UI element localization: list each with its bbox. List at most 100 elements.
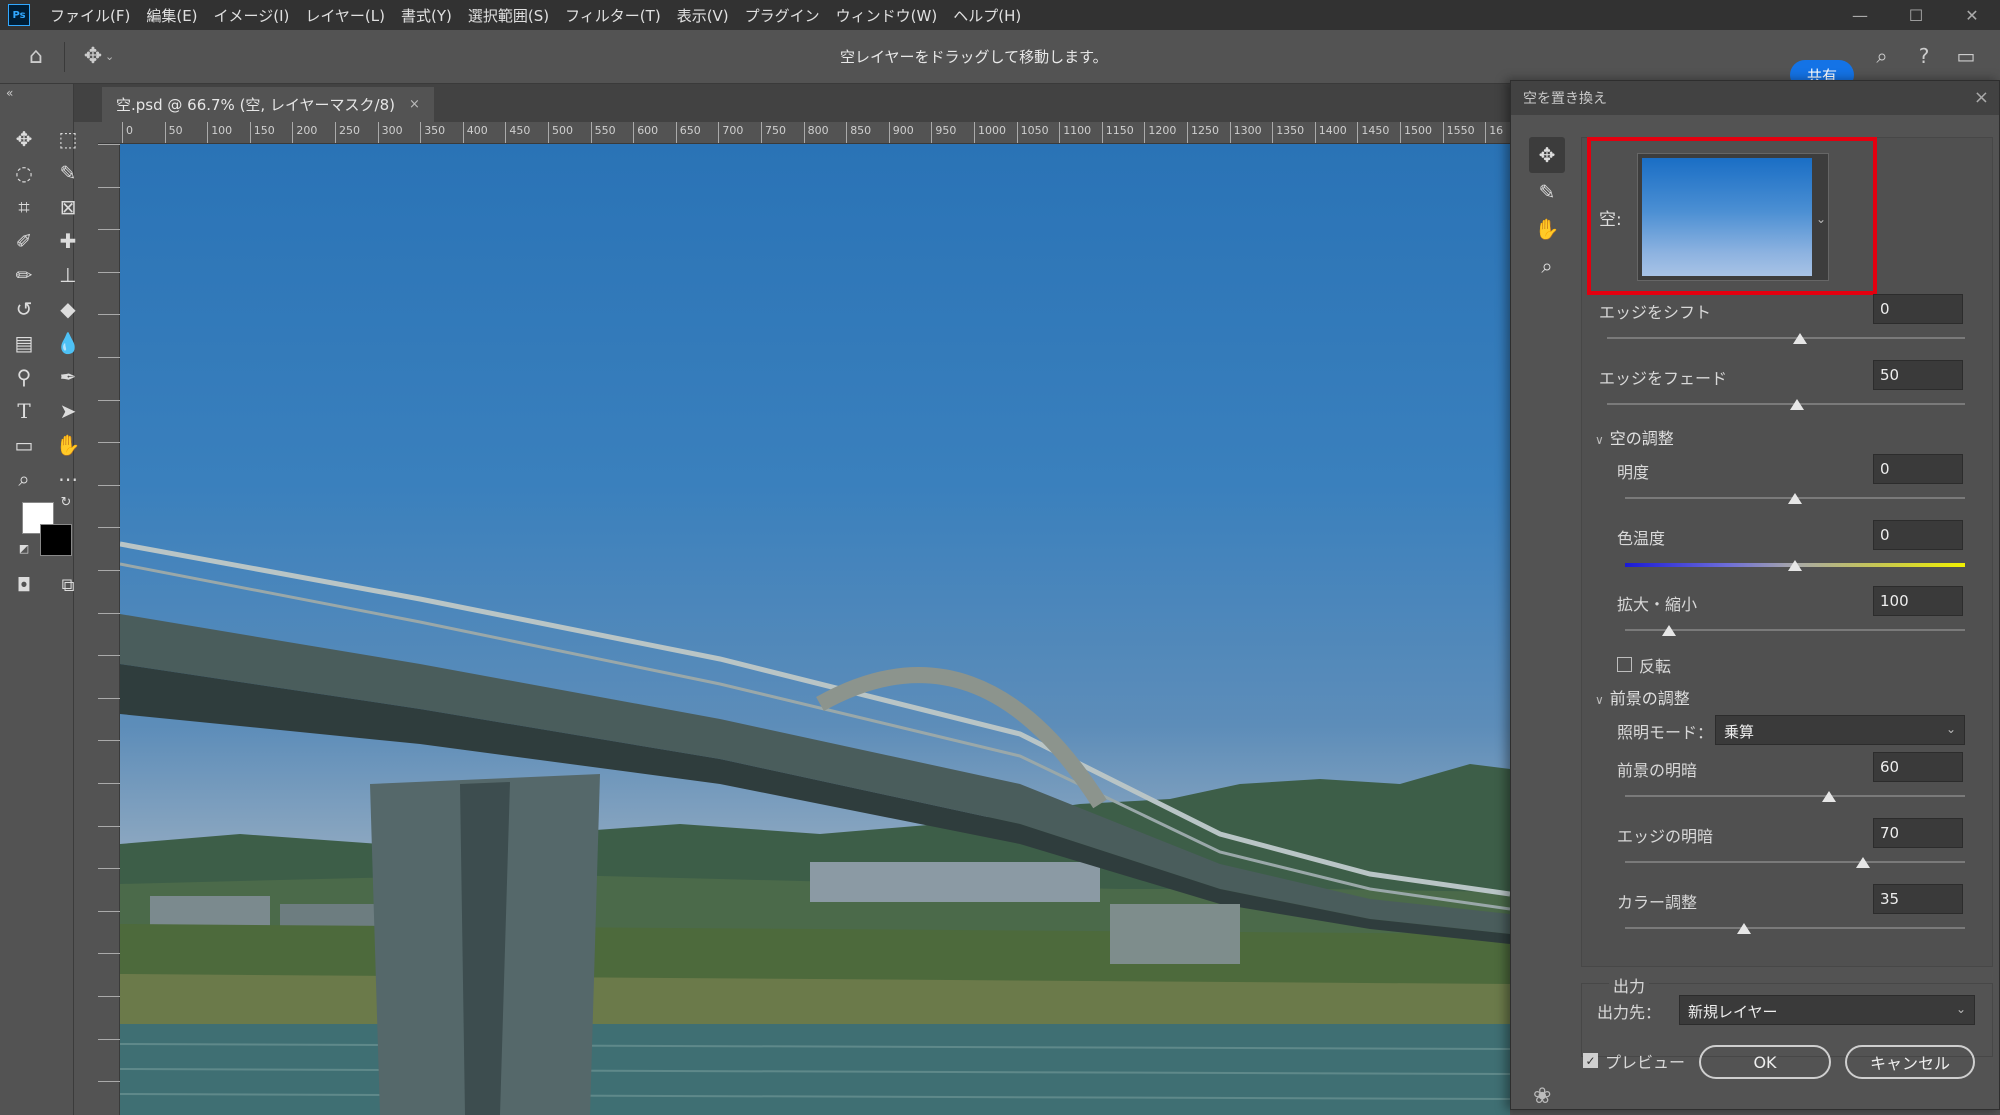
search-icon[interactable]: ⌕ [1868, 42, 1896, 70]
edge-shift-slider[interactable] [1607, 337, 1965, 339]
divider [64, 41, 65, 72]
ok-button[interactable]: OK [1699, 1045, 1831, 1079]
lighting-mode-select[interactable]: 乗算 ⌄ [1715, 715, 1965, 745]
ruler-tick-label: 1400 [1314, 122, 1347, 143]
output-to-select[interactable]: 新規レイヤー ⌄ [1679, 995, 1975, 1025]
foreground-lighting-field[interactable]: 60 [1873, 752, 1963, 782]
default-colors-icon[interactable]: ◩ [14, 538, 34, 558]
ruler-left[interactable] [98, 144, 120, 1115]
menu-view[interactable]: 表示(V) [669, 5, 737, 26]
background-color-swatch[interactable] [40, 524, 72, 556]
close-dialog-icon[interactable]: × [1974, 87, 1989, 108]
history-brush-icon[interactable]: ↺ [8, 294, 40, 324]
rectangle-icon[interactable]: ▭ [8, 430, 40, 460]
sky-preset-selector[interactable]: ⌄ [1637, 153, 1829, 281]
menu-type[interactable]: 書式(Y) [393, 5, 460, 26]
color-adjust-thumb[interactable] [1737, 923, 1751, 934]
sky-label: 空: [1599, 210, 1622, 230]
blur-icon[interactable]: 💧 [52, 328, 84, 358]
sky-thumbnail[interactable] [1642, 158, 1812, 276]
flip-checkbox[interactable] [1617, 657, 1632, 672]
edge-fade-slider[interactable] [1607, 403, 1965, 405]
lasso-icon[interactable]: ◌ [8, 158, 40, 188]
healing-brush-icon[interactable]: ✚ [52, 226, 84, 256]
edge-lighting-field[interactable]: 70 [1873, 818, 1963, 848]
marquee-icon[interactable]: ⬚ [52, 124, 84, 154]
hand-icon[interactable]: ✋ [1529, 211, 1565, 247]
eyedropper-icon[interactable]: ✐ [8, 226, 40, 256]
home-icon[interactable]: ⌂ [16, 37, 56, 77]
path-select-icon[interactable]: ➤ [52, 396, 84, 426]
color-adjust-slider[interactable] [1625, 927, 1965, 929]
brightness-field[interactable]: 0 [1873, 454, 1963, 484]
screen-mode-icon[interactable]: ⧉ [52, 570, 84, 600]
dodge-icon[interactable]: ⚲ [8, 362, 40, 392]
temperature-field[interactable]: 0 [1873, 520, 1963, 550]
edge-lighting-thumb[interactable] [1856, 857, 1870, 868]
stamp-icon[interactable]: ⊥ [52, 260, 84, 290]
foreground-lighting-slider[interactable] [1625, 795, 1965, 797]
menu-image[interactable]: イメージ(I) [206, 5, 298, 26]
gradient-icon[interactable]: ▤ [8, 328, 40, 358]
chevron-down-icon[interactable]: ⌄ [1816, 212, 1826, 226]
edge-shift-thumb[interactable] [1793, 333, 1808, 344]
temperature-thumb[interactable] [1788, 560, 1802, 571]
sky-presets-icon[interactable]: ❀ [1533, 1084, 1551, 1109]
crop-icon[interactable]: ⌗ [8, 192, 40, 222]
ruler-top[interactable]: 0 50 100 150 200 250 300 350 400 450 500 550 600 650 7… [98, 122, 1510, 144]
edge-fade-thumb[interactable] [1789, 399, 1804, 410]
move-icon[interactable]: ✥ [8, 124, 40, 154]
menu-window[interactable]: ウィンドウ(W) [828, 5, 946, 26]
menu-filter[interactable]: フィルター(T) [557, 5, 669, 26]
menu-file[interactable]: ファイル(F) [42, 5, 138, 26]
preview-checkbox[interactable]: ✓ [1583, 1053, 1598, 1068]
edge-shift-field[interactable]: 0 [1873, 294, 1963, 324]
pen-icon[interactable]: ✒ [52, 362, 84, 392]
ruler-tick-label: 1200 [1144, 122, 1176, 143]
close-window-icon[interactable]: ✕ [1944, 0, 2000, 30]
sky-replacement-dialog: 空を置き換え × ✥ ✎ ✋ ⌕ 空: ⌄ エッジをシフト 0 エッジをフェード… [1510, 80, 2000, 1110]
hand-icon[interactable]: ✋ [52, 430, 84, 460]
maximize-icon[interactable]: ☐ [1888, 0, 1944, 30]
quick-mask-icon[interactable]: ◘ [8, 570, 40, 600]
minimize-icon[interactable]: — [1832, 0, 1888, 30]
sky-move-icon[interactable]: ✥ [1529, 137, 1565, 173]
foreground-lighting-thumb[interactable] [1822, 791, 1836, 802]
foreground-adjust-heading[interactable]: ∨ 前景の調整 [1595, 685, 1690, 709]
workspace-icon[interactable]: ▭ [1952, 42, 1980, 70]
color-adjust-field[interactable]: 35 [1873, 884, 1963, 914]
edge-lighting-slider[interactable] [1625, 861, 1965, 863]
ruler-tick [98, 1081, 120, 1083]
chevron-down-icon[interactable]: ⌄ [105, 50, 114, 63]
help-icon[interactable]: ? [1910, 42, 1938, 70]
brush-icon[interactable]: ✏ [8, 260, 40, 290]
more-tools-icon[interactable]: ⋯ [52, 464, 84, 494]
menu-layer[interactable]: レイヤー(L) [297, 5, 393, 26]
menu-plugins[interactable]: プラグイン [737, 5, 828, 26]
frame-icon[interactable]: ⊠ [52, 192, 84, 222]
sky-brush-icon[interactable]: ✎ [1529, 174, 1565, 210]
ruler-tick-label: 100 [207, 122, 232, 143]
swap-colors-icon[interactable]: ↻ [56, 492, 76, 512]
menu-select[interactable]: 選択範囲(S) [460, 5, 557, 26]
menu-help[interactable]: ヘルプ(H) [945, 5, 1029, 26]
zoom-icon[interactable]: ⌕ [1529, 248, 1565, 284]
document-tab[interactable]: 空.psd @ 66.7% (空, レイヤーマスク/8) × [102, 87, 434, 122]
building [810, 862, 1100, 902]
zoom-icon[interactable]: ⌕ [8, 464, 40, 494]
sky-adjust-heading[interactable]: ∨ 空の調整 [1595, 425, 1674, 449]
quick-select-icon[interactable]: ✎ [52, 158, 84, 188]
scale-label: 拡大・縮小 [1617, 595, 1698, 614]
type-icon[interactable]: T [8, 396, 40, 426]
menu-edit[interactable]: 編集(E) [138, 5, 205, 26]
brightness-thumb[interactable] [1788, 493, 1802, 504]
close-tab-icon[interactable]: × [409, 97, 420, 112]
scale-field[interactable]: 100 [1873, 586, 1963, 616]
eraser-icon[interactable]: ◆ [52, 294, 84, 324]
scale-thumb[interactable] [1662, 625, 1677, 636]
ruler-tick-label: 16 [1485, 122, 1503, 143]
cancel-button[interactable]: キャンセル [1845, 1045, 1975, 1079]
canvas-image[interactable] [120, 144, 1510, 1115]
collapse-icon[interactable]: « [6, 86, 13, 100]
edge-fade-field[interactable]: 50 [1873, 360, 1963, 390]
